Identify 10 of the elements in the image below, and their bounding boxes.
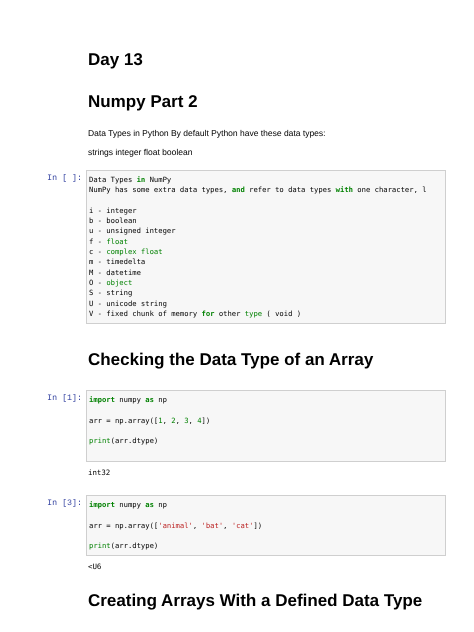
cell-prompt: In [1]: (46, 393, 83, 404)
section-heading: Creating Arrays With a Defined Data Type (88, 591, 424, 612)
cell-prompt: In [3]: (46, 498, 83, 508)
cell-prompt: In [ ]: (46, 173, 83, 183)
section-heading: Numpy Part 2 (88, 92, 199, 112)
code-cell[interactable] (86, 170, 446, 324)
paragraph: strings integer float boolean (88, 147, 194, 157)
paragraph: Data Types in Python By default Python have these data types: (88, 128, 327, 138)
section-heading: Day 13 (88, 50, 144, 70)
section-heading: Checking the Data Type of an Array (88, 350, 374, 370)
